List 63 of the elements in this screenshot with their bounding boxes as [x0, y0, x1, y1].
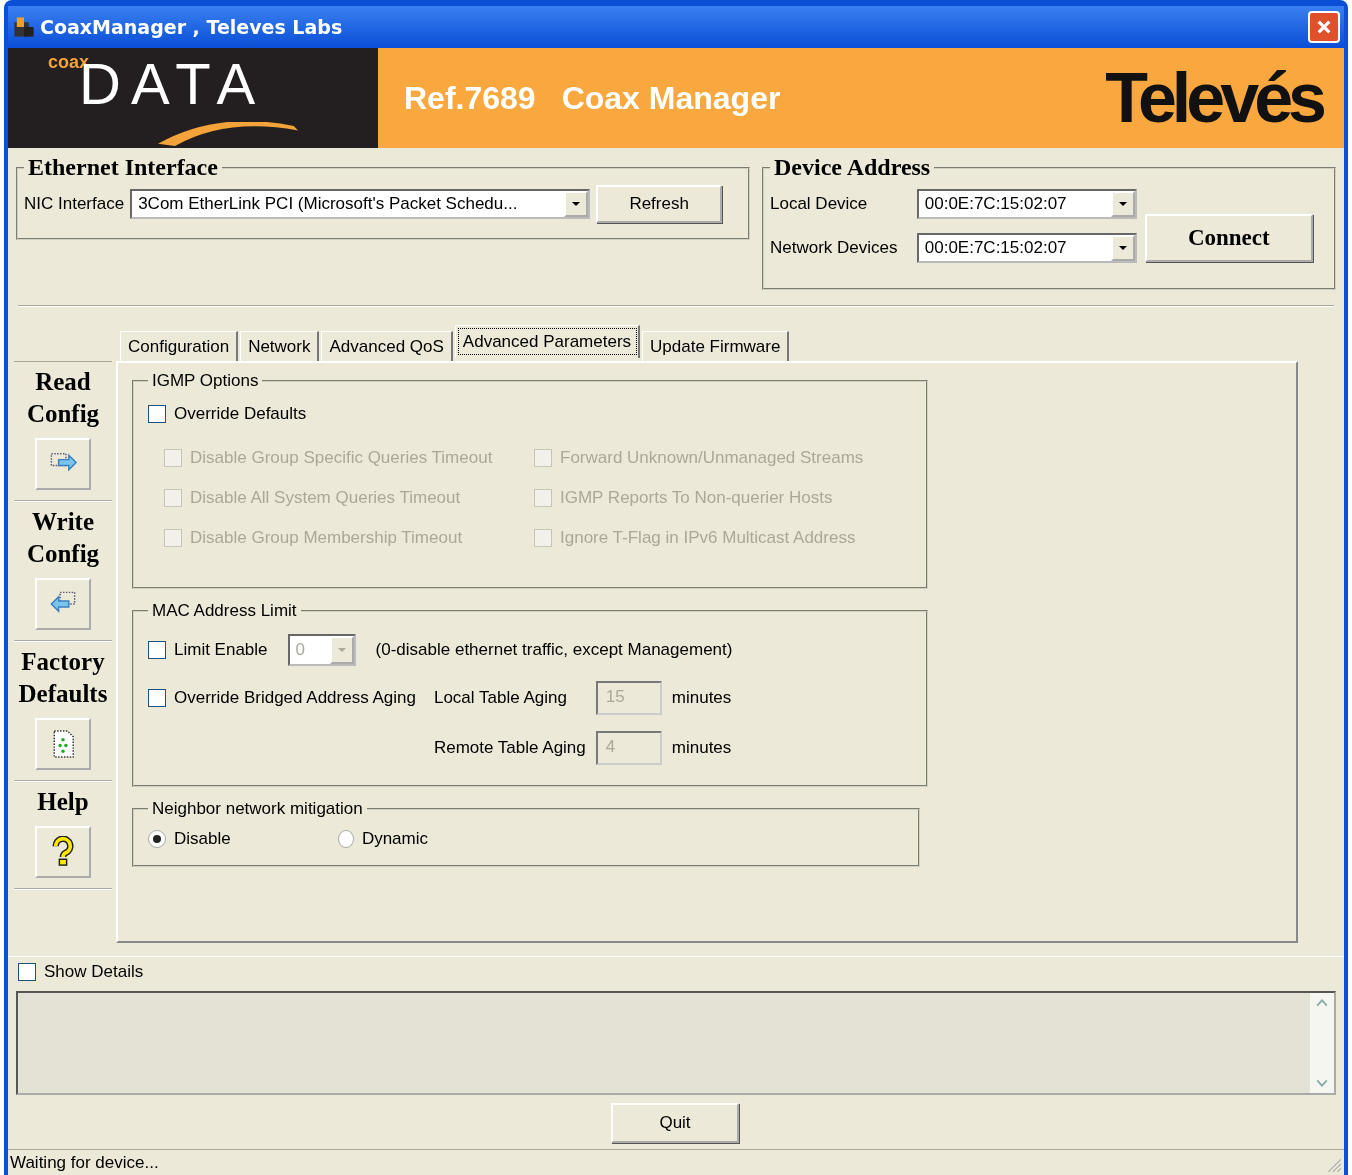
checkbox-label: Show Details: [44, 962, 144, 982]
refresh-button[interactable]: Refresh: [596, 185, 723, 223]
caret-icon: [1117, 201, 1128, 207]
scroll-up-icon: [1316, 999, 1328, 1007]
field-label: Network Devices: [770, 238, 899, 258]
checkbox-label: Limit Enable: [174, 640, 268, 660]
product-name: Coax Manager: [561, 79, 781, 117]
tab[interactable]: Advanced Parameters: [454, 325, 641, 358]
checkbox-label: Forward Unknown/Unmanaged Streams: [560, 448, 864, 468]
checkbox-label: IGMP Reports To Non-querier Hosts: [560, 488, 833, 508]
checkbox[interactable]: [148, 641, 166, 659]
unit-label: minutes: [671, 738, 732, 758]
dropdown[interactable]: 3Com EtherLink PCI (Microsoft's Packet Schedu...: [130, 189, 591, 219]
field-label: Remote Table Aging: [433, 738, 586, 758]
group-title: IGMP Options: [151, 371, 260, 391]
product-reference: Ref.7689: [404, 79, 536, 117]
connect-button[interactable]: Connect: [1144, 214, 1313, 262]
group-title: Neighbor network mitigation: [151, 799, 364, 819]
unit-label: minutes: [671, 688, 732, 708]
scroll-down-icon: [1316, 1079, 1328, 1087]
tab[interactable]: Configuration: [120, 331, 239, 361]
sidebar-label: Read Config: [25, 367, 101, 429]
field-label: Local Table Aging: [433, 688, 568, 708]
field-label: Local Device: [770, 194, 869, 214]
group-title: Device Address: [773, 154, 932, 181]
checkbox-label: Disable All System Queries Timeout: [190, 488, 461, 508]
sidebar-label: Factory Defaults: [17, 647, 109, 709]
dropdown[interactable]: 00:0E:7C:15:02:07: [916, 189, 1137, 219]
caret-icon: [336, 647, 347, 653]
caret-icon: [1117, 245, 1128, 251]
tab[interactable]: Network: [240, 331, 320, 361]
close-button[interactable]: [1308, 11, 1340, 43]
tab[interactable]: Advanced QoS: [321, 331, 453, 361]
window-title: CoaxManager , Televes Labs: [40, 16, 343, 38]
checkbox-label: Override Bridged Address Aging: [174, 688, 416, 708]
hint-text: (0-disable ethernet traffic, except Management): [375, 640, 733, 660]
radio-button[interactable]: [148, 830, 166, 848]
group-title: MAC Address Limit: [151, 601, 298, 621]
sidebar-label: Help: [36, 787, 90, 817]
checkbox-label: Ignore T-Flag in IPv6 Multicast Address: [560, 528, 856, 548]
group-title: Ethernet Interface: [27, 154, 219, 181]
status-text: Waiting for device...: [10, 1153, 159, 1173]
sidebar-button[interactable]: [35, 826, 91, 878]
sidebar-label: Write Config: [25, 507, 101, 569]
checkbox-label: Disable Group Membership Timeout: [190, 528, 463, 548]
brand-logo: Televés: [1105, 58, 1322, 138]
app-icon: [12, 15, 36, 39]
scrollbar[interactable]: [1310, 993, 1334, 1093]
dropdown[interactable]: 00:0E:7C:15:02:07: [916, 233, 1137, 263]
checkbox[interactable]: [148, 689, 166, 707]
close-icon: [1316, 19, 1332, 35]
quit-button[interactable]: Quit: [611, 1103, 739, 1143]
radio-label: Disable: [174, 829, 231, 849]
radio-label: Dynamic: [361, 829, 428, 849]
tab[interactable]: Update Firmware: [642, 331, 790, 361]
field-label: NIC Interface: [24, 194, 125, 214]
checkbox[interactable]: [18, 963, 36, 981]
checkbox-label: Override Defaults: [174, 404, 307, 424]
radio-button[interactable]: [338, 830, 354, 848]
resize-grip-icon: [1326, 1157, 1342, 1173]
caret-icon: [571, 201, 582, 207]
checkbox[interactable]: [148, 405, 166, 423]
checkbox-label: Disable Group Specific Queries Timeout: [190, 448, 493, 468]
